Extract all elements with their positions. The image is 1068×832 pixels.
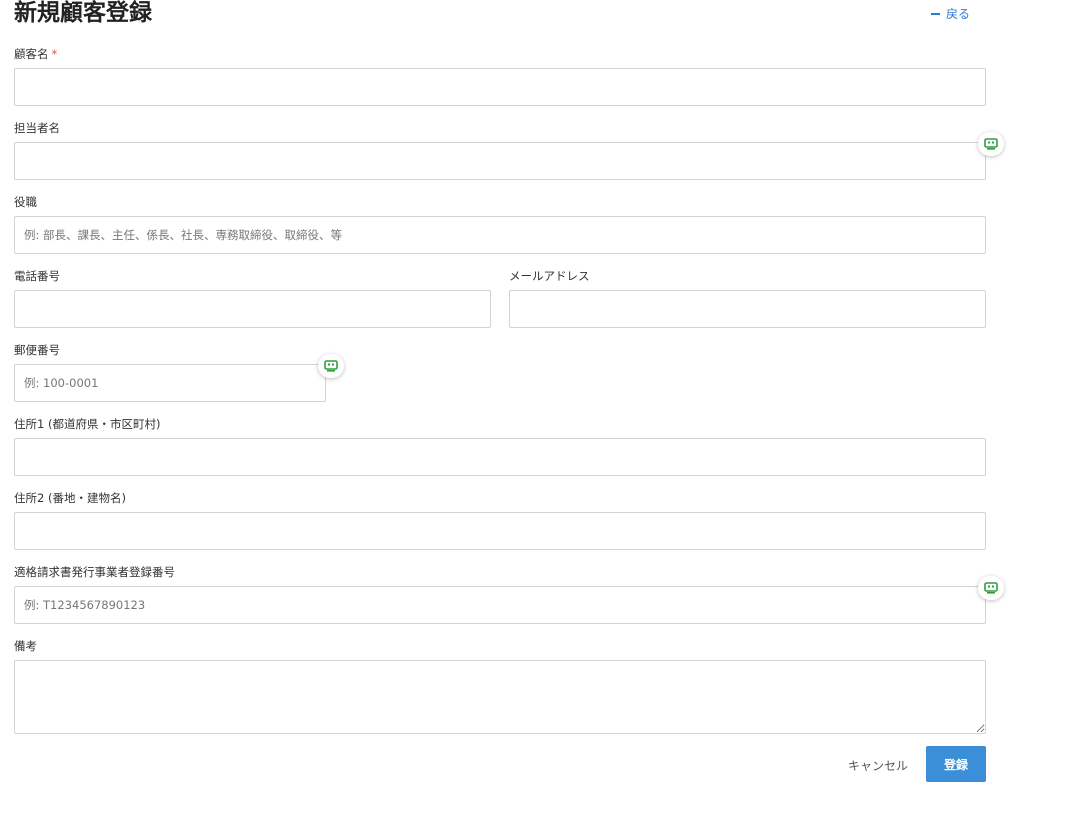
autofill-robot-icon xyxy=(324,360,338,372)
submit-button[interactable]: 登録 xyxy=(926,746,986,782)
job-title-label: 役職 xyxy=(14,195,37,209)
autofill-robot-icon xyxy=(984,582,998,594)
address2-label: 住所2 (番地・建物名) xyxy=(14,491,126,505)
email-label: メールアドレス xyxy=(509,269,590,283)
postal-code-label: 郵便番号 xyxy=(14,343,60,357)
autofill-button[interactable] xyxy=(318,354,344,378)
phone-input[interactable] xyxy=(14,290,491,328)
phone-label: 電話番号 xyxy=(14,269,60,283)
back-link-label: 戻る xyxy=(946,7,971,21)
contact-person-label: 担当者名 xyxy=(14,121,60,135)
notes-label: 備考 xyxy=(14,639,37,653)
autofill-robot-icon xyxy=(984,138,998,150)
email-input[interactable] xyxy=(509,290,986,328)
autofill-button[interactable] xyxy=(978,132,1004,156)
invoice-number-label: 適格請求書発行事業者登録番号 xyxy=(14,565,175,579)
customer-name-input[interactable] xyxy=(14,68,986,106)
customer-name-label: 顧客名 * xyxy=(14,47,57,61)
address1-input[interactable] xyxy=(14,438,986,476)
customer-name-label-text: 顧客名 xyxy=(14,47,49,61)
autofill-button[interactable] xyxy=(978,576,1004,600)
notes-textarea[interactable] xyxy=(14,660,986,734)
postal-code-input[interactable] xyxy=(14,364,326,402)
invoice-number-input[interactable] xyxy=(14,586,986,624)
back-link[interactable]: 戻る xyxy=(931,6,970,22)
contact-person-input[interactable] xyxy=(14,142,986,180)
address2-input[interactable] xyxy=(14,512,986,550)
minus-icon xyxy=(931,13,940,15)
cancel-button[interactable]: キャンセル xyxy=(840,747,916,783)
required-mark: * xyxy=(51,47,58,61)
job-title-input[interactable] xyxy=(14,216,986,254)
address1-label: 住所1 (都道府県・市区町村) xyxy=(14,417,161,431)
page-title: 新規顧客登録 xyxy=(14,0,152,26)
